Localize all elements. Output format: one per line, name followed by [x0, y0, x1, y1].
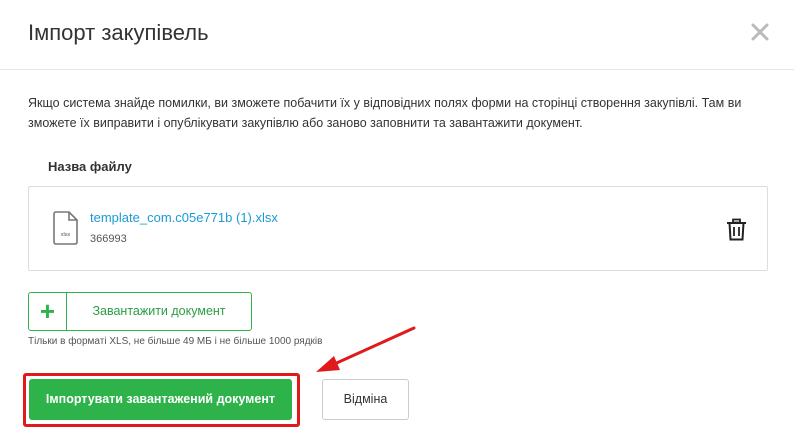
annotation-arrow-icon [316, 326, 416, 372]
import-document-button[interactable]: Імпортувати завантажений документ [29, 379, 292, 420]
dialog-title: Імпорт закупівель [28, 20, 209, 45]
close-icon[interactable] [749, 21, 771, 43]
upload-hint: Тільки в форматі XLS, не більше 49 МБ і … [28, 336, 323, 347]
dialog-description: Якщо система знайде помилки, ви зможете … [28, 96, 742, 130]
plus-icon: + [29, 293, 67, 330]
file-name-label: Назва файлу [48, 159, 132, 174]
file-name-link[interactable]: template_com.c05e771b (1).xlsx [90, 210, 278, 225]
xlsx-file-icon-label: xlsx [61, 232, 71, 238]
upload-document-label: Завантажити документ [92, 304, 226, 318]
file-size: 366993 [90, 233, 127, 245]
upload-document-button[interactable]: + Завантажити документ [28, 292, 252, 331]
uploaded-file-card: xlsx template_com.c05e771b (1).xlsx 3669… [28, 186, 768, 271]
trash-icon[interactable] [726, 218, 747, 241]
dialog-header: Імпорт закупівель [0, 0, 794, 70]
cancel-button[interactable]: Відміна [322, 379, 409, 420]
xlsx-file-icon: xlsx [53, 211, 78, 245]
